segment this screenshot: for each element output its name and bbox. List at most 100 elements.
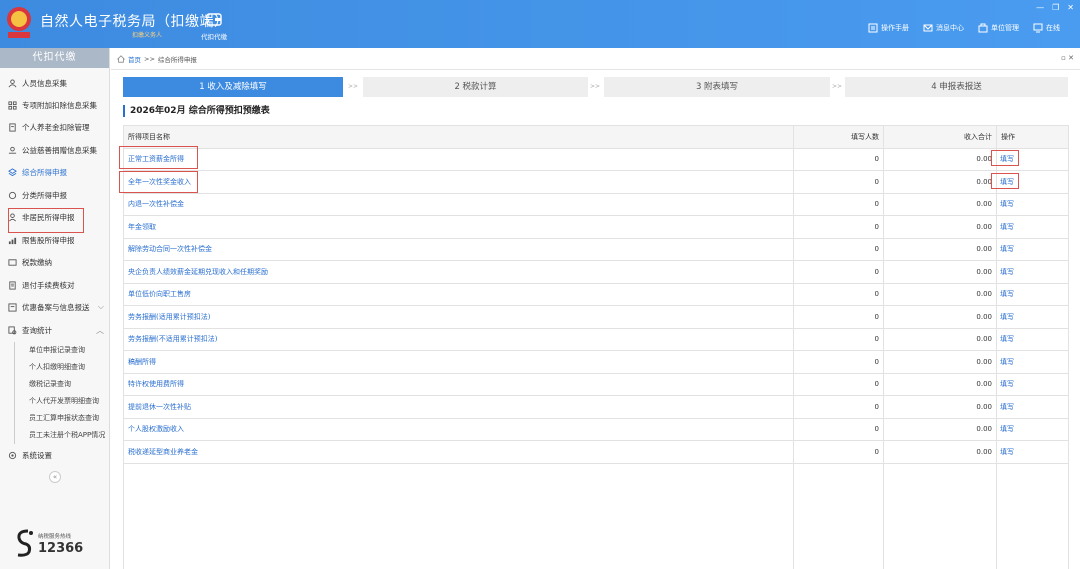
manual-label: 操作手册	[881, 24, 909, 32]
fill-count: 0	[793, 440, 884, 464]
sidebar-item-refund-fee[interactable]: 退付手续费核对	[0, 274, 110, 296]
step-arrow: >>	[832, 83, 843, 90]
col-count: 填写人数	[793, 125, 884, 149]
bar-icon	[8, 237, 17, 244]
doc-icon	[9, 122, 16, 132]
sidebar-item-settings[interactable]: 系统设置	[0, 444, 110, 466]
step-attachment[interactable]: 3 附表填写	[604, 77, 830, 97]
breadcrumb-home[interactable]: 首页	[128, 54, 141, 64]
fill-link[interactable]: 填写	[996, 350, 1069, 374]
step-tax-calc[interactable]: 2 税款计算	[363, 77, 588, 97]
sidebar-sub-item[interactable]: 个人代开发票明细查询	[14, 393, 110, 410]
fill-count: 0	[793, 282, 884, 306]
module-daikou[interactable]: 代扣代缴	[196, 10, 232, 46]
income-item-name[interactable]: 年金领取	[123, 215, 794, 239]
income-item-name[interactable]: 劳务报酬(不适用累计预扣法)	[123, 327, 794, 351]
table-row: 单位低价向职工售房 0 0.00 填写	[123, 282, 1069, 306]
fill-count: 0	[793, 170, 884, 194]
fill-link[interactable]: 填写	[996, 440, 1069, 464]
sidebar-item-donation[interactable]: 公益慈善捐赠信息采集	[0, 139, 110, 161]
income-item-name[interactable]: 单位低价向职工售房	[123, 282, 794, 306]
fill-link[interactable]: 填写	[996, 215, 1069, 239]
sidebar-sub-item[interactable]: 个人扣缴明细查询	[14, 359, 110, 376]
sidebar-item-label: 综合所得申报	[22, 167, 67, 177]
chevron-down-icon: ⌵	[97, 302, 104, 311]
fill-count: 0	[793, 192, 884, 216]
sidebar-item-label: 专项附加扣除信息采集	[22, 100, 97, 110]
income-item-name[interactable]: 税收递延型商业养老金	[123, 440, 794, 464]
fill-link[interactable]: 填写	[996, 237, 1069, 261]
income-total: 0.00	[883, 327, 997, 351]
app-header: 自然人电子税务局（扣缴端） 扣缴义务人 代扣代缴 操作手册 消息中心 单位管理 …	[0, 0, 1080, 48]
empty-cell	[793, 462, 884, 569]
sidebar-item-person-info[interactable]: 人员信息采集	[0, 72, 110, 94]
income-item-name[interactable]: 个人股权激励收入	[123, 417, 794, 441]
step-income-deduction[interactable]: 1 收入及减除填写	[123, 77, 343, 97]
income-item-name[interactable]: 提前退休一次性补贴	[123, 395, 794, 419]
fill-link[interactable]: 填写	[996, 417, 1069, 441]
sidebar-sub-item[interactable]: 单位申报记录查询	[14, 342, 110, 359]
income-item-name[interactable]: 央企负责人绩效薪金延期兑现收入和任期奖励	[123, 260, 794, 284]
sidebar-item-label: 查询统计	[22, 325, 52, 335]
income-item-name[interactable]: 解除劳动合同一次性补偿金	[123, 237, 794, 261]
income-item-name[interactable]: 特许权使用费所得	[123, 372, 794, 396]
fill-link[interactable]: 填写	[996, 260, 1069, 284]
income-item-name[interactable]: 劳务报酬(适用累计预扣法)	[123, 305, 794, 329]
fill-link[interactable]: 填写	[996, 305, 1069, 329]
income-item-name[interactable]: 内退一次性补偿金	[123, 192, 794, 216]
restore-icon[interactable]: ❐	[1052, 3, 1059, 12]
breadcrumb-controls: ▫ ✕	[1061, 54, 1074, 62]
hotline-logo-icon	[17, 529, 33, 557]
sidebar-item-query[interactable]: 查询统计 ︿	[0, 319, 110, 341]
step-submit[interactable]: 4 申报表报送	[845, 77, 1068, 97]
close-icon[interactable]: ✕	[1067, 3, 1074, 12]
sidebar-item-label: 系统设置	[22, 450, 52, 460]
table-row: 全年一次性奖金收入 0 0.00 填写	[123, 170, 1069, 194]
sidebar-item-tax-payment[interactable]: 税款缴纳	[0, 251, 110, 273]
sidebar-sub-item[interactable]: 员工汇算申报状态查询	[14, 410, 110, 427]
fill-link[interactable]: 填写	[996, 282, 1069, 306]
sidebar-item-special-deduction[interactable]: 专项附加扣除信息采集	[0, 94, 110, 116]
message-link[interactable]: 消息中心	[923, 23, 964, 33]
table-row: 特许权使用费所得 0 0.00 填写	[123, 372, 1069, 396]
fill-link[interactable]: 填写	[996, 372, 1069, 396]
empty-cell	[996, 462, 1069, 569]
sidebar-sub-item[interactable]: 员工未注册个税APP情况	[14, 427, 110, 444]
income-item-name[interactable]: 稿酬所得	[123, 350, 794, 374]
home-icon	[117, 54, 125, 63]
wallet-icon	[8, 258, 17, 266]
sidebar-item-classified[interactable]: 分类所得申报	[0, 184, 110, 206]
fill-link[interactable]: 填写	[996, 192, 1069, 216]
tab-restore-icon[interactable]: ▫	[1061, 54, 1066, 62]
income-item-name[interactable]: 正常工资薪金所得	[123, 147, 794, 171]
tab-close-icon[interactable]: ✕	[1068, 54, 1074, 62]
manual-link[interactable]: 操作手册	[868, 23, 909, 33]
income-total: 0.00	[883, 260, 997, 284]
sidebar-item-comprehensive[interactable]: 综合所得申报	[0, 161, 110, 183]
highlight-box-row1-name	[119, 146, 198, 169]
sidebar-item-preferential[interactable]: 优惠备案与信息报送 ⌵	[0, 296, 110, 318]
message-icon	[923, 24, 933, 32]
table-row: 劳务报酬(不适用累计预扣法) 0 0.00 填写	[123, 327, 1069, 351]
breadcrumb: 首页 >> 综合所得申报 ▫ ✕	[111, 48, 1080, 70]
col-total: 收入合计	[883, 125, 997, 149]
collapse-sidebar-icon[interactable]: «	[49, 471, 61, 483]
income-total: 0.00	[883, 350, 997, 374]
minimize-icon[interactable]: —	[1036, 3, 1044, 12]
main-content: 首页 >> 综合所得申报 ▫ ✕ 1 收入及减除填写 >> 2 税款计算 >> …	[111, 48, 1080, 569]
sidebar-sub-item[interactable]: 缴税记录查询	[14, 376, 110, 393]
sidebar-item-label: 优惠备案与信息报送	[22, 302, 90, 312]
income-item-name[interactable]: 全年一次性奖金收入	[123, 170, 794, 194]
online-status[interactable]: 在线	[1033, 23, 1060, 33]
table-row: 劳务报酬(适用累计预扣法) 0 0.00 填写	[123, 305, 1069, 329]
fill-link[interactable]: 填写	[996, 327, 1069, 351]
grid-icon	[8, 100, 17, 110]
form-icon	[8, 302, 17, 312]
step-arrow: >>	[348, 83, 359, 90]
fill-count: 0	[793, 305, 884, 329]
org-link[interactable]: 单位管理	[978, 23, 1019, 33]
fill-count: 0	[793, 147, 884, 171]
fill-link[interactable]: 填写	[996, 395, 1069, 419]
person-icon	[8, 78, 17, 87]
sidebar-item-pension[interactable]: 个人养老金扣除管理	[0, 116, 110, 138]
